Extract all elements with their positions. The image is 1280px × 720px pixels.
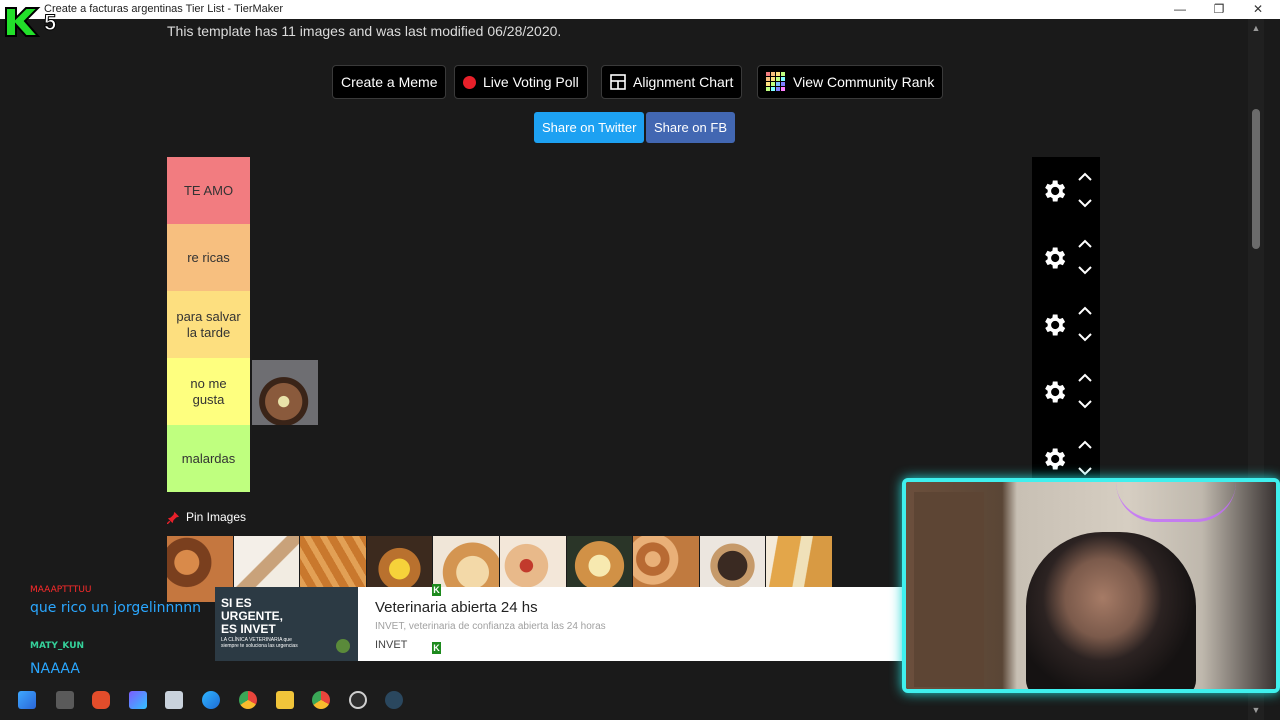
view-community-rank-button[interactable]: View Community Rank	[757, 65, 944, 99]
windows-start-icon[interactable]	[18, 691, 36, 709]
chrome-active-icon[interactable]	[312, 691, 330, 709]
ad-image: SI ES URGENTE, ES INVET LA CLÍNICA VETER…	[215, 587, 358, 661]
file-explorer-icon[interactable]	[276, 691, 294, 709]
alignment-chart-label: Alignment Chart	[633, 74, 734, 90]
tier-controls	[1032, 224, 1100, 291]
alignment-chart-button[interactable]: Alignment Chart	[601, 65, 743, 99]
tier-list: TE AMO re ricas para salvar la tarde no …	[167, 157, 1100, 495]
chevron-up-icon[interactable]	[1076, 305, 1094, 317]
ad-banner[interactable]: SI ES URGENTE, ES INVET LA CLÍNICA VETER…	[215, 584, 902, 661]
share-twitter-button[interactable]: Share on Twitter	[534, 112, 645, 143]
ad-24h-badge	[336, 639, 350, 653]
steam-icon[interactable]	[385, 691, 403, 709]
ad-brand: INVET	[375, 639, 408, 651]
scroll-up-icon[interactable]: ▲	[1251, 23, 1261, 33]
tier-drop-zone[interactable]	[250, 291, 1032, 358]
chat-message: NAAAA	[30, 661, 80, 677]
streamer-logo-icon: 5	[5, 7, 57, 37]
webcam-door	[914, 492, 984, 687]
chevron-up-icon[interactable]	[1076, 439, 1094, 451]
edge-icon[interactable]	[202, 691, 220, 709]
chevron-up-icon[interactable]	[1076, 372, 1094, 384]
k-badge-icon: K	[432, 642, 441, 654]
tier-label[interactable]: malardas	[167, 425, 250, 492]
pin-images-label: Pin Images	[186, 510, 247, 524]
scrollbar-thumb[interactable]	[1252, 109, 1260, 249]
create-meme-label: Create a Meme	[341, 74, 438, 90]
tier-controls	[1032, 291, 1100, 358]
tier-row: no me gusta	[167, 358, 1100, 440]
tier-controls	[1032, 157, 1100, 224]
store-icon[interactable]	[165, 691, 183, 709]
maximize-button[interactable]: ❐	[1199, 0, 1239, 19]
chevron-up-icon[interactable]	[1076, 171, 1094, 183]
tier-drop-zone[interactable]	[250, 157, 1032, 224]
stream-chat: MAAAPTTTUU que rico un jorgelinnnnn MATY…	[24, 585, 204, 680]
chrome-icon[interactable]	[239, 691, 257, 709]
chat-message: que rico un jorgelinnnnn	[30, 600, 201, 616]
window-title: Create a facturas argentinas Tier List -…	[44, 3, 284, 15]
record-dot-icon	[463, 75, 476, 89]
chevron-down-icon[interactable]	[1076, 197, 1094, 209]
svg-text:5: 5	[44, 10, 56, 35]
taskbar	[0, 680, 450, 720]
gear-icon[interactable]	[1040, 177, 1068, 205]
tier-label[interactable]: re ricas	[167, 224, 250, 291]
live-voting-poll-label: Live Voting Poll	[483, 74, 579, 90]
window-titlebar: Create a facturas argentinas Tier List -…	[0, 0, 1280, 19]
chevron-down-icon[interactable]	[1076, 264, 1094, 276]
tier-controls	[1032, 358, 1100, 425]
chat-username: MATY_KUN	[30, 641, 85, 651]
chevron-down-icon[interactable]	[1076, 398, 1094, 410]
ad-headline: Veterinaria abierta 24 hs	[375, 599, 538, 616]
task-view-icon[interactable]	[56, 691, 74, 709]
gear-icon[interactable]	[1040, 244, 1068, 272]
tier-label[interactable]: TE AMO	[167, 157, 250, 224]
gear-icon[interactable]	[1040, 378, 1068, 406]
create-meme-button[interactable]: Create a Meme	[332, 65, 447, 99]
chevron-down-icon[interactable]	[1076, 465, 1094, 477]
chevron-down-icon[interactable]	[1076, 331, 1094, 343]
tier-row: TE AMO	[167, 157, 1100, 224]
view-community-rank-label: View Community Rank	[793, 74, 935, 90]
tier-label[interactable]: no me gusta	[167, 358, 250, 425]
close-button[interactable]: ✕	[1238, 0, 1278, 19]
grid-icon	[610, 74, 626, 90]
template-info-text: This template has 11 images and was last…	[167, 23, 562, 39]
share-fb-button[interactable]: Share on FB	[646, 112, 735, 143]
scroll-down-icon[interactable]: ▼	[1251, 705, 1261, 715]
copilot-icon[interactable]	[129, 691, 147, 709]
minimize-button[interactable]: —	[1160, 0, 1200, 19]
k-badge-icon: K	[432, 584, 441, 596]
ad-description: INVET, veterinaria de confianza abierta …	[375, 621, 606, 632]
color-grid-icon	[766, 72, 785, 91]
live-voting-poll-button[interactable]: Live Voting Poll	[454, 65, 588, 99]
gear-icon[interactable]	[1040, 445, 1068, 473]
webcam-person	[1026, 532, 1196, 689]
tier-row: re ricas	[167, 224, 1100, 291]
tier-row: para salvar la tarde	[167, 291, 1100, 358]
brave-icon[interactable]	[92, 691, 110, 709]
chevron-up-icon[interactable]	[1076, 238, 1094, 250]
webcam-overlay	[902, 478, 1280, 693]
obs-icon[interactable]	[349, 691, 367, 709]
ad-image-subtext: LA CLÍNICA VETERINARIA que siempre te so…	[221, 637, 298, 649]
tier-drop-zone[interactable]	[250, 358, 1032, 440]
gear-icon[interactable]	[1040, 311, 1068, 339]
tier-label[interactable]: para salvar la tarde	[167, 291, 250, 358]
pin-images-toggle[interactable]: Pin Images	[167, 510, 246, 524]
chat-username: MAAAPTTTUU	[30, 585, 92, 595]
ad-image-text: SI ES URGENTE, ES INVET	[221, 596, 284, 636]
pin-icon	[167, 511, 180, 524]
tier-drop-zone[interactable]	[250, 224, 1032, 291]
